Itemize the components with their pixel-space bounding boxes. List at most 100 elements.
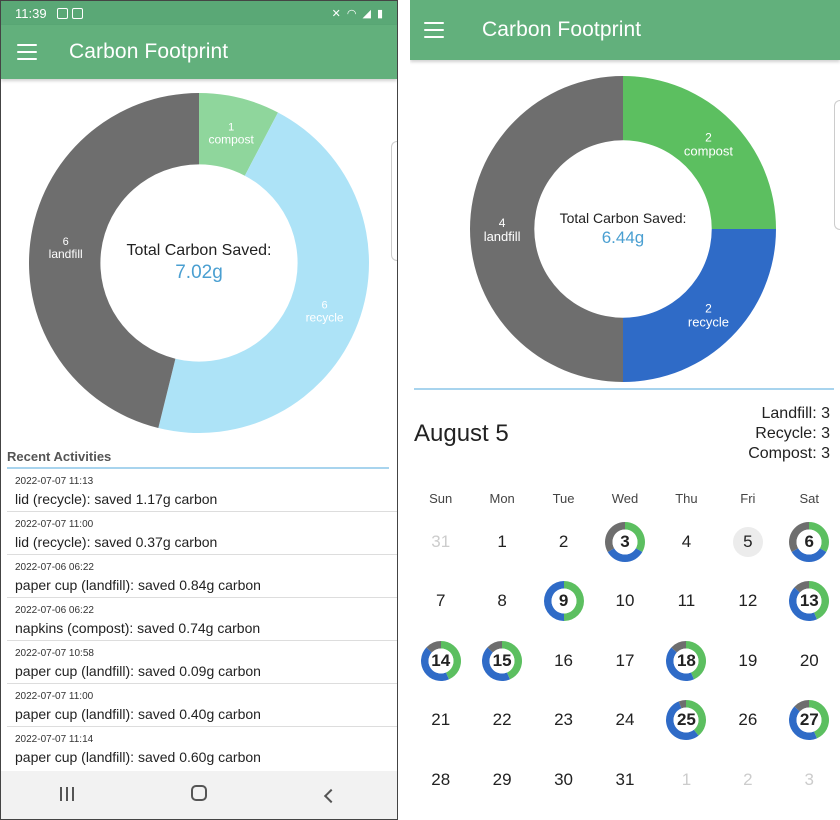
activity-list: 2022-07-07 11:13 lid (recycle): saved 1.1…	[7, 469, 397, 769]
compost-count: Compost: 3	[748, 445, 830, 462]
day-number: 7	[435, 591, 446, 611]
slice-category-label: compost	[684, 144, 734, 159]
side-drawer-handle[interactable]	[391, 141, 397, 261]
slice-category-label: landfill	[49, 247, 83, 261]
carbon-donut-chart: 1 compost 6 recycle 6 landfill Total Carbon S…	[29, 93, 369, 433]
day-number: 2	[743, 769, 753, 789]
calendar-day[interactable]: 4	[656, 512, 717, 572]
calendar-day[interactable]: 16	[533, 631, 594, 691]
donut-slice-recycle[interactable]	[623, 229, 776, 382]
activity-item[interactable]: 2022-07-07 11:14 paper cup (landfill): sa…	[7, 727, 397, 769]
calendar-day[interactable]: 8	[471, 572, 532, 632]
calendar-day[interactable]: 26	[717, 691, 778, 751]
recent-activities-header: Recent Activities	[7, 449, 389, 469]
weekday-tue: Tue	[552, 490, 575, 506]
settings-status-icon	[56, 7, 68, 19]
calendar-day[interactable]: 19	[717, 631, 778, 691]
calendar-day[interactable]: 10	[594, 572, 655, 632]
battery-icon: ▮	[376, 7, 383, 20]
daily-counts: Landfill: 3 Recycle: 3 Compost: 3	[748, 404, 830, 464]
activity-item[interactable]: 2022-07-06 06:22 paper cup (landfill): sa…	[7, 555, 397, 598]
calendar-day[interactable]: 23	[533, 691, 594, 751]
day-number: 19	[738, 650, 758, 670]
calendar-day[interactable]: 31	[594, 750, 655, 810]
day-number: 26	[738, 710, 758, 730]
activity-item[interactable]: 2022-07-07 11:13 lid (recycle): saved 1.1…	[7, 469, 397, 512]
calendar-day[interactable]: 21	[410, 691, 471, 751]
day-number: 13	[799, 591, 819, 611]
side-drawer-handle[interactable]	[834, 100, 840, 230]
slice-category-label: recycle	[688, 314, 729, 329]
calendar-day[interactable]: 13	[779, 572, 840, 632]
calendar-day[interactable]: 27	[779, 691, 840, 751]
day-number: 12	[738, 591, 758, 611]
calendar-day[interactable]: 14	[410, 631, 471, 691]
recent-apps-button[interactable]	[47, 784, 87, 807]
recycle-count: Recycle: 3	[755, 425, 830, 442]
weekday-sat: Sat	[799, 490, 820, 506]
signal-icon: ◢	[362, 7, 371, 20]
menu-icon[interactable]	[424, 22, 444, 38]
calendar-day[interactable]: 28	[410, 750, 471, 810]
calendar-day[interactable]: 9	[533, 572, 594, 632]
activity-timestamp: 2022-07-06 06:22	[15, 605, 94, 616]
activity-item[interactable]: 2022-07-07 11:00 lid (recycle): saved 0.3…	[7, 512, 397, 555]
day-number: 6	[804, 531, 814, 551]
calendar-day[interactable]: 12	[717, 572, 778, 632]
left-phone-screen: 11:39 ✕ ◠ ◢ ▮ Carbon Footprint 1 compost 6…	[0, 0, 398, 820]
calendar-day[interactable]: 11	[656, 572, 717, 632]
home-button[interactable]	[179, 784, 219, 807]
calendar-day[interactable]: 31	[410, 512, 471, 572]
calendar-day[interactable]: 29	[471, 750, 532, 810]
weekday-fri: Fri	[740, 490, 756, 506]
calendar-day[interactable]: 6	[779, 512, 840, 572]
calendar-day[interactable]: 3	[779, 750, 840, 810]
day-number: 4	[681, 531, 692, 551]
menu-icon[interactable]	[17, 44, 37, 60]
activity-item[interactable]: 2022-07-06 06:22 napkins (compost): saved…	[7, 598, 397, 641]
weekday-sun: Sun	[429, 490, 453, 506]
calendar-day[interactable]: 2	[533, 512, 594, 572]
calendar-day[interactable]: 1	[656, 750, 717, 810]
calendar-day[interactable]: 17	[594, 631, 655, 691]
slice-count-label: 2	[705, 131, 712, 145]
calendar-weekday-header: Sun Mon Tue Wed Thu Fri Sat	[410, 484, 840, 512]
calendar-day[interactable]: 30	[533, 750, 594, 810]
calendar-day[interactable]: 24	[594, 691, 655, 751]
day-number: 1	[497, 531, 507, 551]
calendar-day[interactable]: 5	[717, 512, 778, 572]
status-time: 11:39	[15, 5, 47, 21]
calendar-day[interactable]: 1	[471, 512, 532, 572]
right-phone-screen: Carbon Footprint 2 compost 2 recycle 4 landfi…	[410, 0, 840, 820]
calendar-day[interactable]: 22	[471, 691, 532, 751]
day-number: 29	[492, 769, 512, 789]
weekday-mon: Mon	[489, 490, 515, 506]
calendar-day[interactable]: 3	[594, 512, 655, 572]
day-number: 31	[615, 769, 635, 789]
calendar-day[interactable]: 2	[717, 750, 778, 810]
calendar-day[interactable]: 25	[656, 691, 717, 751]
day-number: 31	[431, 531, 451, 551]
activity-item[interactable]: 2022-07-07 10:58 paper cup (landfill): sa…	[7, 641, 397, 684]
landfill-count: Landfill: 3	[761, 405, 831, 422]
app-title: Carbon Footprint	[69, 40, 229, 63]
calendar-day[interactable]: 20	[779, 631, 840, 691]
calendar-day[interactable]: 7	[410, 572, 471, 632]
back-button[interactable]	[311, 784, 351, 807]
activity-item[interactable]: 2022-07-07 11:00 paper cup (landfill): sa…	[7, 684, 397, 727]
calendar-day[interactable]: 15	[471, 631, 532, 691]
slice-category-label: landfill	[484, 229, 521, 244]
day-number: 3	[620, 531, 630, 551]
donut-svg: 1compost6recycle6landfill	[29, 93, 369, 433]
activity-timestamp: 2022-07-07 11:00	[15, 519, 94, 530]
weekday-thu: Thu	[675, 490, 698, 506]
day-number: 24	[615, 710, 635, 730]
slice-count-label: 4	[499, 216, 506, 230]
day-number: 9	[558, 591, 569, 611]
day-number: 8	[497, 591, 507, 611]
day-number: 27	[799, 710, 819, 730]
activity-description: lid (recycle): saved 0.37g carbon	[15, 534, 218, 550]
day-number: 23	[554, 710, 574, 730]
day-number: 11	[677, 591, 696, 611]
calendar-day[interactable]: 18	[656, 631, 717, 691]
